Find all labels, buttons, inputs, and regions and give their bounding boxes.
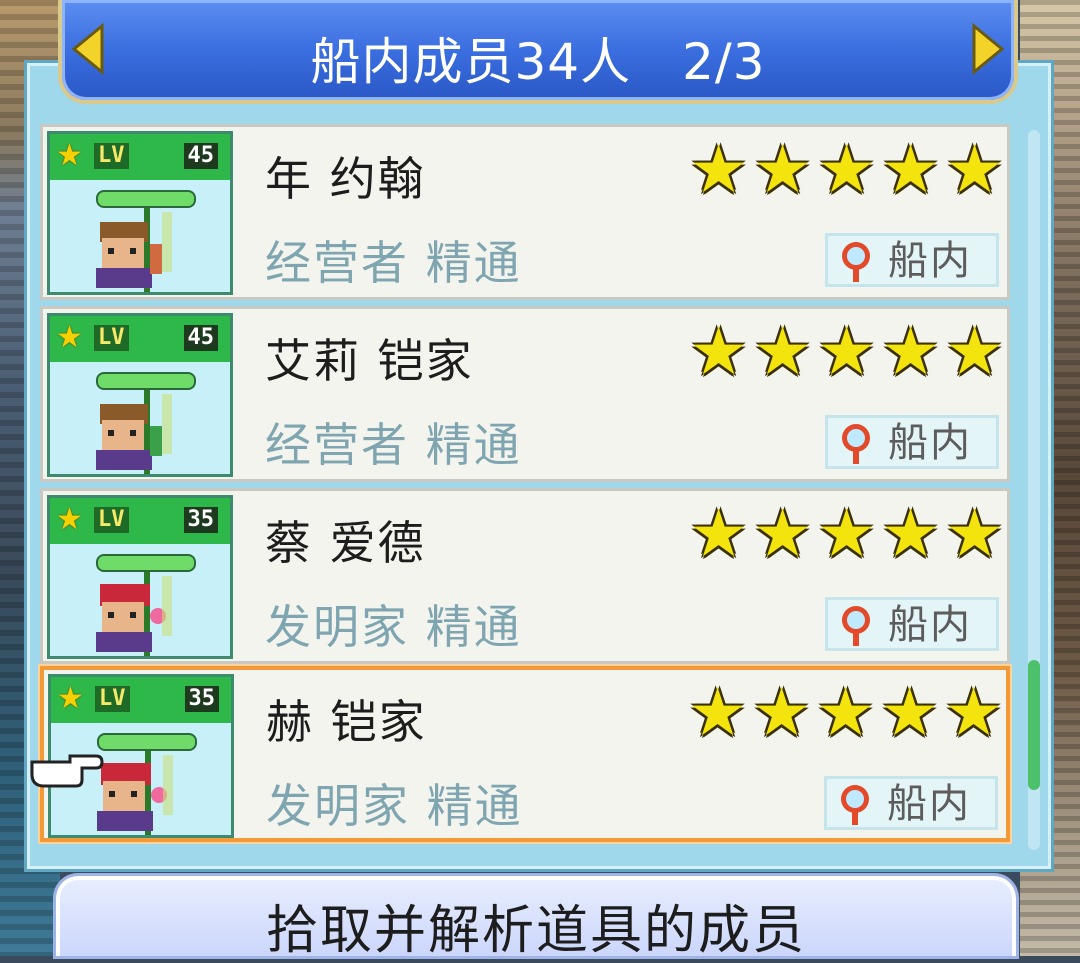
star-icon: ★ xyxy=(881,313,941,390)
hp-bar xyxy=(96,190,196,208)
star-icon: ★ xyxy=(945,313,1005,390)
star-icon: ★ xyxy=(816,674,876,751)
level-label: LV xyxy=(94,507,129,533)
star-icon: ★ xyxy=(881,495,941,572)
magnifier-icon xyxy=(842,242,870,282)
star-icon: ★ xyxy=(945,495,1005,572)
star-icon: ★ xyxy=(689,131,749,208)
location-badge: 船内 xyxy=(824,776,998,830)
list-scrollbar[interactable] xyxy=(1028,130,1040,850)
star-icon: ★ xyxy=(689,495,749,572)
member-job: 经营者 精通 xyxy=(265,418,522,472)
footer-caption: 拾取并解析道具的成员 xyxy=(56,876,1016,961)
header-bar: 船内成员34人 2/3 xyxy=(58,0,1018,104)
star-icon: ★ xyxy=(752,674,812,751)
level-label: LV xyxy=(94,143,129,169)
member-name: 艾莉 铠家 xyxy=(265,334,474,388)
crew-list[interactable]: ★ LV 45 年 约翰 经营者 精通 ★ ★ ★ ★ ★ 船内 ★ LV 45… xyxy=(40,124,1014,850)
rating-stars: ★ ★ ★ ★ ★ xyxy=(689,131,1005,208)
star-icon: ★ xyxy=(57,681,84,716)
star-icon: ★ xyxy=(817,313,877,390)
star-icon: ★ xyxy=(817,131,877,208)
star-icon: ★ xyxy=(689,313,749,390)
location-badge: 船内 xyxy=(825,597,999,651)
crew-row[interactable]: ★ LV 45 年 约翰 经营者 精通 ★ ★ ★ ★ ★ 船内 xyxy=(40,124,1010,300)
level-bar: ★ LV 35 xyxy=(50,498,230,544)
star-icon: ★ xyxy=(817,495,877,572)
member-portrait: ★ LV 35 xyxy=(47,495,233,659)
level-bar: ★ LV 45 xyxy=(50,316,230,362)
star-icon: ★ xyxy=(880,674,940,751)
star-icon: ★ xyxy=(753,495,813,572)
member-name: 蔡 爱德 xyxy=(265,516,426,570)
level-value: 35 xyxy=(184,686,219,712)
rating-stars: ★ ★ ★ ★ ★ xyxy=(688,674,1004,751)
level-value: 35 xyxy=(183,507,218,533)
star-icon: ★ xyxy=(56,138,83,173)
star-icon: ★ xyxy=(753,131,813,208)
page-title: 船内成员34人 2/3 xyxy=(310,33,766,91)
star-icon: ★ xyxy=(944,674,1004,751)
star-icon: ★ xyxy=(56,502,83,537)
member-portrait: ★ LV 45 xyxy=(47,313,233,477)
location-label: 船内 xyxy=(888,602,972,648)
member-portrait: ★ LV 45 xyxy=(47,131,233,295)
level-label: LV xyxy=(94,325,129,351)
hp-bar xyxy=(97,733,197,751)
character-sprite xyxy=(96,572,172,656)
footer-label: 拾取并解析道具的成员 xyxy=(265,901,806,961)
magnifier-icon xyxy=(842,606,870,646)
star-icon: ★ xyxy=(688,674,748,751)
star-icon: ★ xyxy=(56,320,83,355)
character-sprite xyxy=(97,751,173,835)
scrollbar-thumb[interactable] xyxy=(1028,660,1040,790)
member-job: 发明家 精通 xyxy=(266,779,523,833)
location-badge: 船内 xyxy=(825,415,999,469)
character-sprite xyxy=(96,390,172,474)
member-name: 赫 铠家 xyxy=(266,695,427,749)
rating-stars: ★ ★ ★ ★ ★ xyxy=(689,495,1005,572)
level-value: 45 xyxy=(183,143,218,169)
star-icon: ★ xyxy=(945,131,1005,208)
hp-bar xyxy=(96,554,196,572)
hp-bar xyxy=(96,372,196,390)
member-job: 经营者 精通 xyxy=(265,236,522,290)
pointing-hand-icon xyxy=(30,754,104,788)
rating-stars: ★ ★ ★ ★ ★ xyxy=(689,313,1005,390)
star-icon: ★ xyxy=(881,131,941,208)
magnifier-icon xyxy=(841,785,869,825)
magnifier-icon xyxy=(842,424,870,464)
level-value: 45 xyxy=(183,325,218,351)
member-job: 发明家 精通 xyxy=(265,600,522,654)
crew-row-selected[interactable]: ★ LV 35 赫 铠家 发明家 精通 ★ ★ ★ ★ ★ 船内 xyxy=(40,666,1010,842)
level-bar: ★ LV 45 xyxy=(50,134,230,180)
star-icon: ★ xyxy=(753,313,813,390)
location-label: 船内 xyxy=(888,420,972,466)
location-label: 船内 xyxy=(887,781,971,827)
location-label: 船内 xyxy=(888,238,972,284)
crew-row[interactable]: ★ LV 35 蔡 爱德 发明家 精通 ★ ★ ★ ★ ★ 船内 xyxy=(40,488,1010,664)
level-label: LV xyxy=(95,686,130,712)
crew-row[interactable]: ★ LV 45 艾莉 铠家 经营者 精通 ★ ★ ★ ★ ★ 船内 xyxy=(40,306,1010,482)
character-sprite xyxy=(96,208,172,292)
level-bar: ★ LV 35 xyxy=(51,677,231,723)
location-badge: 船内 xyxy=(825,233,999,287)
member-name: 年 约翰 xyxy=(265,152,426,206)
arrow-right-icon[interactable] xyxy=(970,22,1006,76)
